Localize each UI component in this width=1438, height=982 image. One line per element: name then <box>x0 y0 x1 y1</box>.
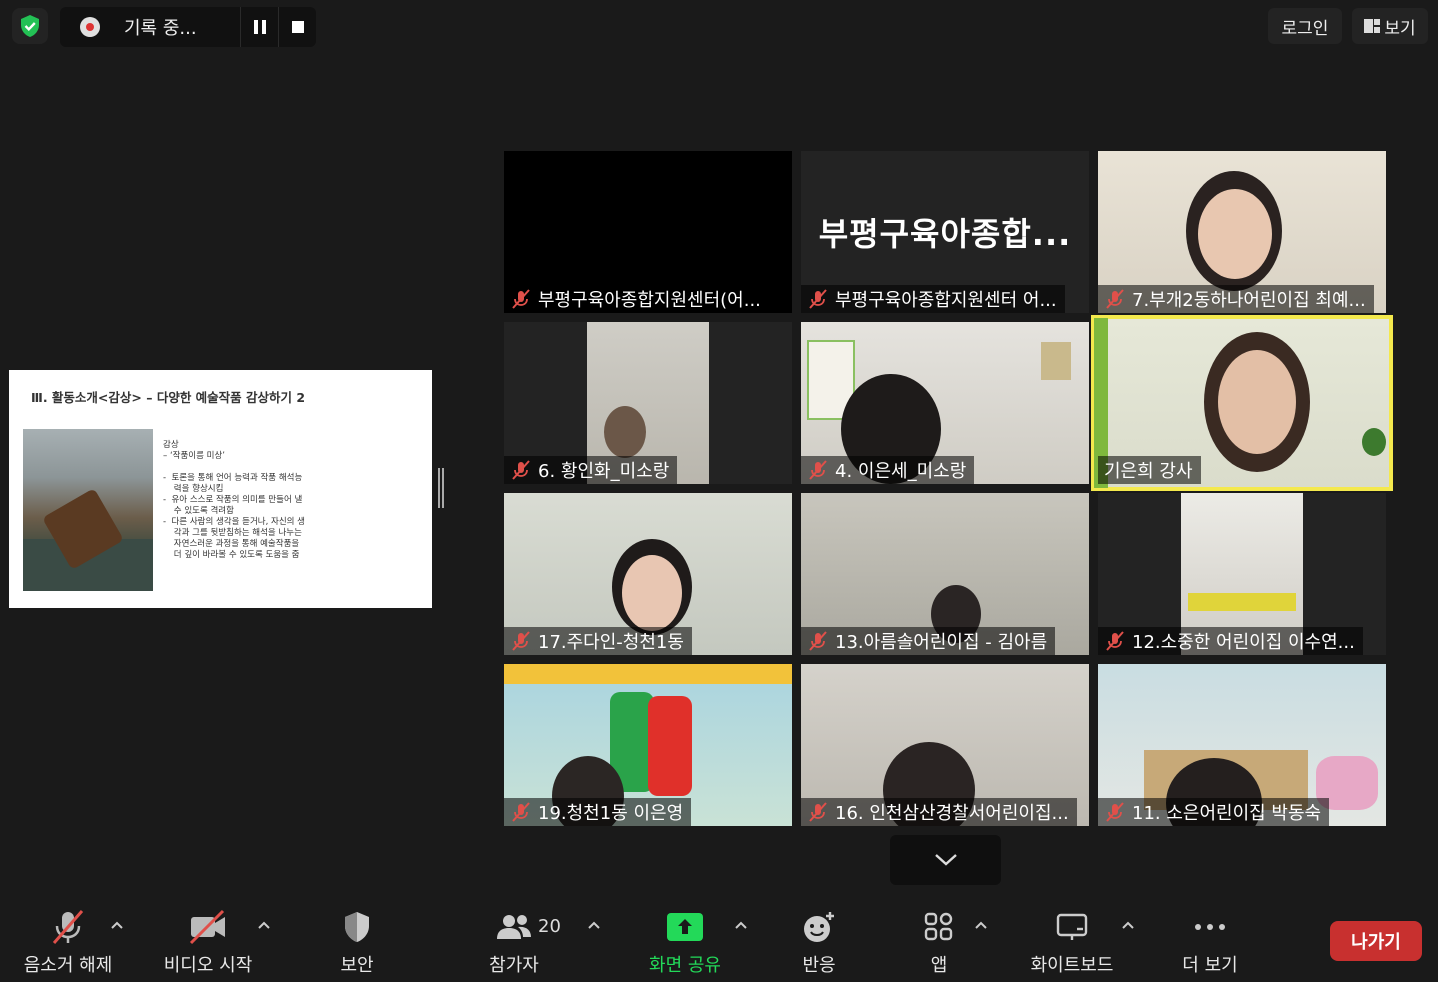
start-video-button[interactable]: 비디오 시작 <box>158 905 258 979</box>
view-button[interactable]: 보기 <box>1352 8 1428 44</box>
more-dots-icon <box>1195 924 1225 930</box>
muted-mic-icon <box>1106 631 1124 651</box>
muted-mic-icon <box>512 802 530 822</box>
participant-name: 12.소중한 어린이집 이수연... <box>1098 627 1363 655</box>
apps-options-caret-icon[interactable] <box>973 917 989 933</box>
muted-mic-icon <box>52 910 84 944</box>
resize-splitter-handle[interactable] <box>438 468 444 508</box>
muted-mic-icon <box>1106 802 1124 822</box>
leave-button[interactable]: 나가기 <box>1330 921 1422 961</box>
more-button[interactable]: 더 보기 <box>1170 905 1250 979</box>
unmute-button[interactable]: 음소거 해제 <box>18 905 118 979</box>
video-tile[interactable]: 4. 이은세_미소랑 <box>801 322 1089 484</box>
login-button[interactable]: 로그인 <box>1268 8 1342 44</box>
reactions-smile-icon <box>804 912 834 942</box>
participant-name: 부평구육아종합지원센터(어... <box>504 285 769 313</box>
login-label: 로그인 <box>1281 18 1329 39</box>
participant-name: 부평구육아종합지원센터 어... <box>801 285 1065 313</box>
participant-name: 13.아름솔어린이집 - 김아름 <box>801 627 1056 655</box>
security-label: 보안 <box>340 955 374 976</box>
recording-label: 기록 중... <box>124 18 197 39</box>
video-tile[interactable]: 11. 소은어린이집 박동숙 <box>1098 664 1386 826</box>
whiteboard-icon <box>1056 913 1088 940</box>
reactions-label: 반응 <box>802 955 836 976</box>
recording-dot-icon <box>80 17 100 37</box>
muted-mic-icon <box>512 460 530 480</box>
muted-mic-icon <box>809 289 827 309</box>
video-tile[interactable]: 16. 인천삼산경찰서어린이집... <box>801 664 1089 826</box>
shared-screen-slide: Ⅲ. 활동소개<감상> – 다양한 예술작품 감상하기 2 감상 – ‘작품이름… <box>9 370 432 608</box>
video-options-caret-icon[interactable] <box>256 917 272 933</box>
participant-name: 4. 이은세_미소랑 <box>801 456 975 484</box>
video-tile[interactable]: 17.주다인-청천1동 <box>504 493 792 655</box>
muted-mic-icon <box>809 460 827 480</box>
participant-name: 7.부개2동하나어린이집 최예... <box>1098 285 1374 313</box>
share-options-caret-icon[interactable] <box>733 917 749 933</box>
reactions-button[interactable]: 반응 <box>784 905 854 979</box>
share-screen-label: 화면 공유 <box>649 955 721 976</box>
muted-mic-icon <box>512 289 530 309</box>
participants-icon <box>497 915 531 939</box>
pause-recording-button[interactable] <box>240 7 278 47</box>
share-screen-button[interactable]: 화면 공유 <box>640 905 730 979</box>
muted-mic-icon <box>809 802 827 822</box>
pause-icon <box>253 20 266 34</box>
video-tile[interactable]: 부평구육아종합지원센터(어... <box>504 151 792 313</box>
muted-mic-icon <box>809 631 827 651</box>
chevron-down-icon <box>934 854 957 866</box>
security-shield-icon <box>345 912 369 942</box>
gallery-next-page-button[interactable] <box>890 835 1001 885</box>
slide-painting-image <box>23 429 153 591</box>
muted-mic-icon <box>1106 289 1124 309</box>
security-button[interactable]: 보안 <box>317 905 397 979</box>
video-off-icon <box>189 909 225 945</box>
unmute-label: 음소거 해제 <box>23 955 113 976</box>
apps-icon <box>924 912 953 941</box>
view-label: 보기 <box>1384 18 1416 39</box>
participant-name: 기은희 강사 <box>1098 456 1201 484</box>
active-speaker-tile[interactable]: 기은희 강사 <box>1091 315 1393 491</box>
recording-indicator: 기록 중... <box>60 7 316 47</box>
participant-name: 19.청천1동 이은영 <box>504 798 692 826</box>
muted-mic-icon <box>512 631 530 651</box>
slide-body-text: 감상 – ‘작품이름 미상’ - 토론을 통해 언어 능력과 작품 해석능 력을… <box>163 440 305 560</box>
slide-title: Ⅲ. 활동소개<감상> – 다양한 예술작품 감상하기 2 <box>31 390 306 405</box>
video-tile[interactable]: 13.아름솔어린이집 - 김아름 <box>801 493 1089 655</box>
video-tile[interactable]: 7.부개2동하나어린이집 최예... <box>1098 151 1386 313</box>
whiteboard-options-caret-icon[interactable] <box>1120 917 1136 933</box>
apps-button[interactable]: 앱 <box>910 905 968 979</box>
whiteboard-button[interactable]: 화이트보드 <box>1022 905 1122 979</box>
start-video-label: 비디오 시작 <box>163 955 253 976</box>
participant-name: 17.주다인-청천1동 <box>504 627 692 655</box>
more-label: 더 보기 <box>1182 955 1238 976</box>
stop-recording-button[interactable] <box>278 7 316 47</box>
participant-count: 20 <box>538 916 561 937</box>
participant-big-name: 부평구육아종합... <box>818 215 1072 253</box>
video-tile[interactable]: 12.소중한 어린이집 이수연... <box>1098 493 1386 655</box>
view-grid-icon <box>1364 19 1381 33</box>
security-shield-icon[interactable] <box>12 8 48 44</box>
audio-options-caret-icon[interactable] <box>109 917 125 933</box>
participant-name: 16. 인천삼산경찰서어린이집... <box>801 798 1077 826</box>
share-screen-icon <box>667 913 703 941</box>
participant-name: 6. 황인화_미소랑 <box>504 456 678 484</box>
whiteboard-label: 화이트보드 <box>1030 955 1114 976</box>
video-tile[interactable]: 6. 황인화_미소랑 <box>504 322 792 484</box>
video-tile[interactable]: 19.청천1동 이은영 <box>504 664 792 826</box>
apps-label: 앱 <box>930 955 948 976</box>
leave-label: 나가기 <box>1351 932 1401 953</box>
participants-options-caret-icon[interactable] <box>586 917 602 933</box>
participant-name: 11. 소은어린이집 박동숙 <box>1098 798 1330 826</box>
stop-icon <box>291 21 304 33</box>
participants-label: 참가자 <box>489 955 539 976</box>
video-tile[interactable]: 부평구육아종합... 부평구육아종합지원센터 어... <box>801 151 1089 313</box>
